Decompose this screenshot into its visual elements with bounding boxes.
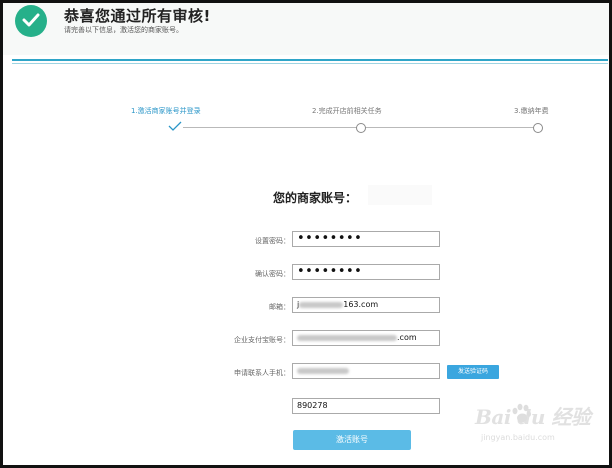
merchant-account-title: 您的商家账号： [273, 191, 358, 205]
phone-redacted [297, 367, 349, 374]
step-3-dot-icon [533, 123, 543, 133]
step-3-label: 3.缴纳年费 [514, 107, 549, 115]
email-redacted [299, 301, 344, 308]
page-subtitle: 请完善以下信息，激活您的商家账号。 [64, 26, 183, 34]
header-divider-light [12, 63, 608, 64]
verification-code-value: 890278 [297, 401, 328, 410]
verification-code-input[interactable]: 890278 [292, 398, 440, 414]
password-label: 设置密码： [255, 237, 290, 245]
email-suffix: 163.com [343, 300, 379, 309]
step-2-dot-icon [356, 123, 366, 133]
email-label: 邮箱： [269, 303, 290, 311]
page-title: 恭喜您通过所有审核! [64, 7, 211, 25]
success-check-icon [15, 5, 47, 37]
alipay-redacted [297, 334, 397, 341]
merchant-account-value [368, 185, 432, 205]
watermark-brand: Bai du 经验 [475, 405, 591, 429]
password-value: •••••••• [297, 231, 363, 246]
step-2-label: 2.完成开店前相关任务 [312, 107, 382, 115]
alipay-input[interactable]: .com [292, 330, 440, 346]
phone-label: 申请联系人手机： [234, 369, 290, 377]
browser-frame: 恭喜您通过所有审核! 请完善以下信息，激活您的商家账号。 1.激活商家账号并登录… [0, 0, 612, 468]
baidu-paw-icon [512, 403, 531, 423]
alipay-suffix: .com [397, 333, 417, 342]
step-1-check-icon [168, 121, 182, 131]
confirm-password-label: 确认密码： [255, 270, 290, 278]
phone-input[interactable] [292, 363, 440, 379]
header-divider [12, 59, 608, 61]
success-header: 恭喜您通过所有审核! 请完善以下信息，激活您的商家账号。 [3, 3, 609, 55]
email-input[interactable]: j 163.com [292, 297, 440, 313]
confirm-password-value: •••••••• [297, 264, 363, 279]
password-input[interactable]: •••••••• [292, 231, 440, 247]
step-1-label: 1.激活商家账号并登录 [131, 107, 201, 115]
activate-account-button[interactable]: 激活账号 [293, 430, 411, 450]
send-code-button[interactable]: 发送验证码 [447, 365, 499, 379]
alipay-label: 企业支付宝账号： [234, 336, 290, 344]
confirm-password-input[interactable]: •••••••• [292, 264, 440, 280]
baidu-watermark: Bai du 经验 jingyan.baidu.com [473, 401, 593, 451]
watermark-url: jingyan.baidu.com [481, 433, 555, 442]
